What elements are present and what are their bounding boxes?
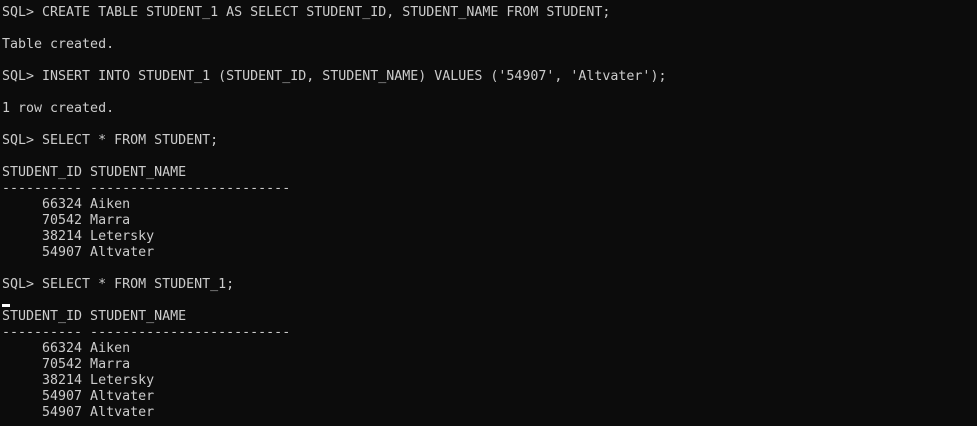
table-header: STUDENT_ID STUDENT_NAME <box>2 165 187 180</box>
table-row: 70542 Marra <box>2 213 131 228</box>
output-line: 1 row created. <box>2 101 115 116</box>
table-row: 38214 Letersky <box>2 373 155 388</box>
sql-command-line: SQL> SELECT * FROM STUDENT_1; <box>2 277 235 292</box>
table-row: 66324 Aiken <box>2 341 131 356</box>
terminal-output[interactable]: SQL> CREATE TABLE STUDENT_1 AS SELECT ST… <box>0 0 977 426</box>
text-cursor <box>2 304 10 307</box>
table-row: 54907 Altvater <box>2 389 155 404</box>
table-row: 70542 Marra <box>2 357 131 372</box>
sql-command-line: SQL> SELECT * FROM STUDENT; <box>2 133 219 148</box>
sql-command-line: SQL> CREATE TABLE STUDENT_1 AS SELECT ST… <box>2 5 611 20</box>
cursor-line <box>2 293 977 309</box>
table-separator: ---------- ------------------------- <box>2 325 291 340</box>
table-row: 54907 Altvater <box>2 245 155 260</box>
table-row: 38214 Letersky <box>2 229 155 244</box>
sql-command-line: SQL> INSERT INTO STUDENT_1 (STUDENT_ID, … <box>2 69 667 84</box>
table-separator: ---------- ------------------------- <box>2 181 291 196</box>
table-row: 54907 Altvater <box>2 405 155 420</box>
table-header: STUDENT_ID STUDENT_NAME <box>2 309 187 324</box>
output-line: Table created. <box>2 37 115 52</box>
table-row: 66324 Aiken <box>2 197 131 212</box>
